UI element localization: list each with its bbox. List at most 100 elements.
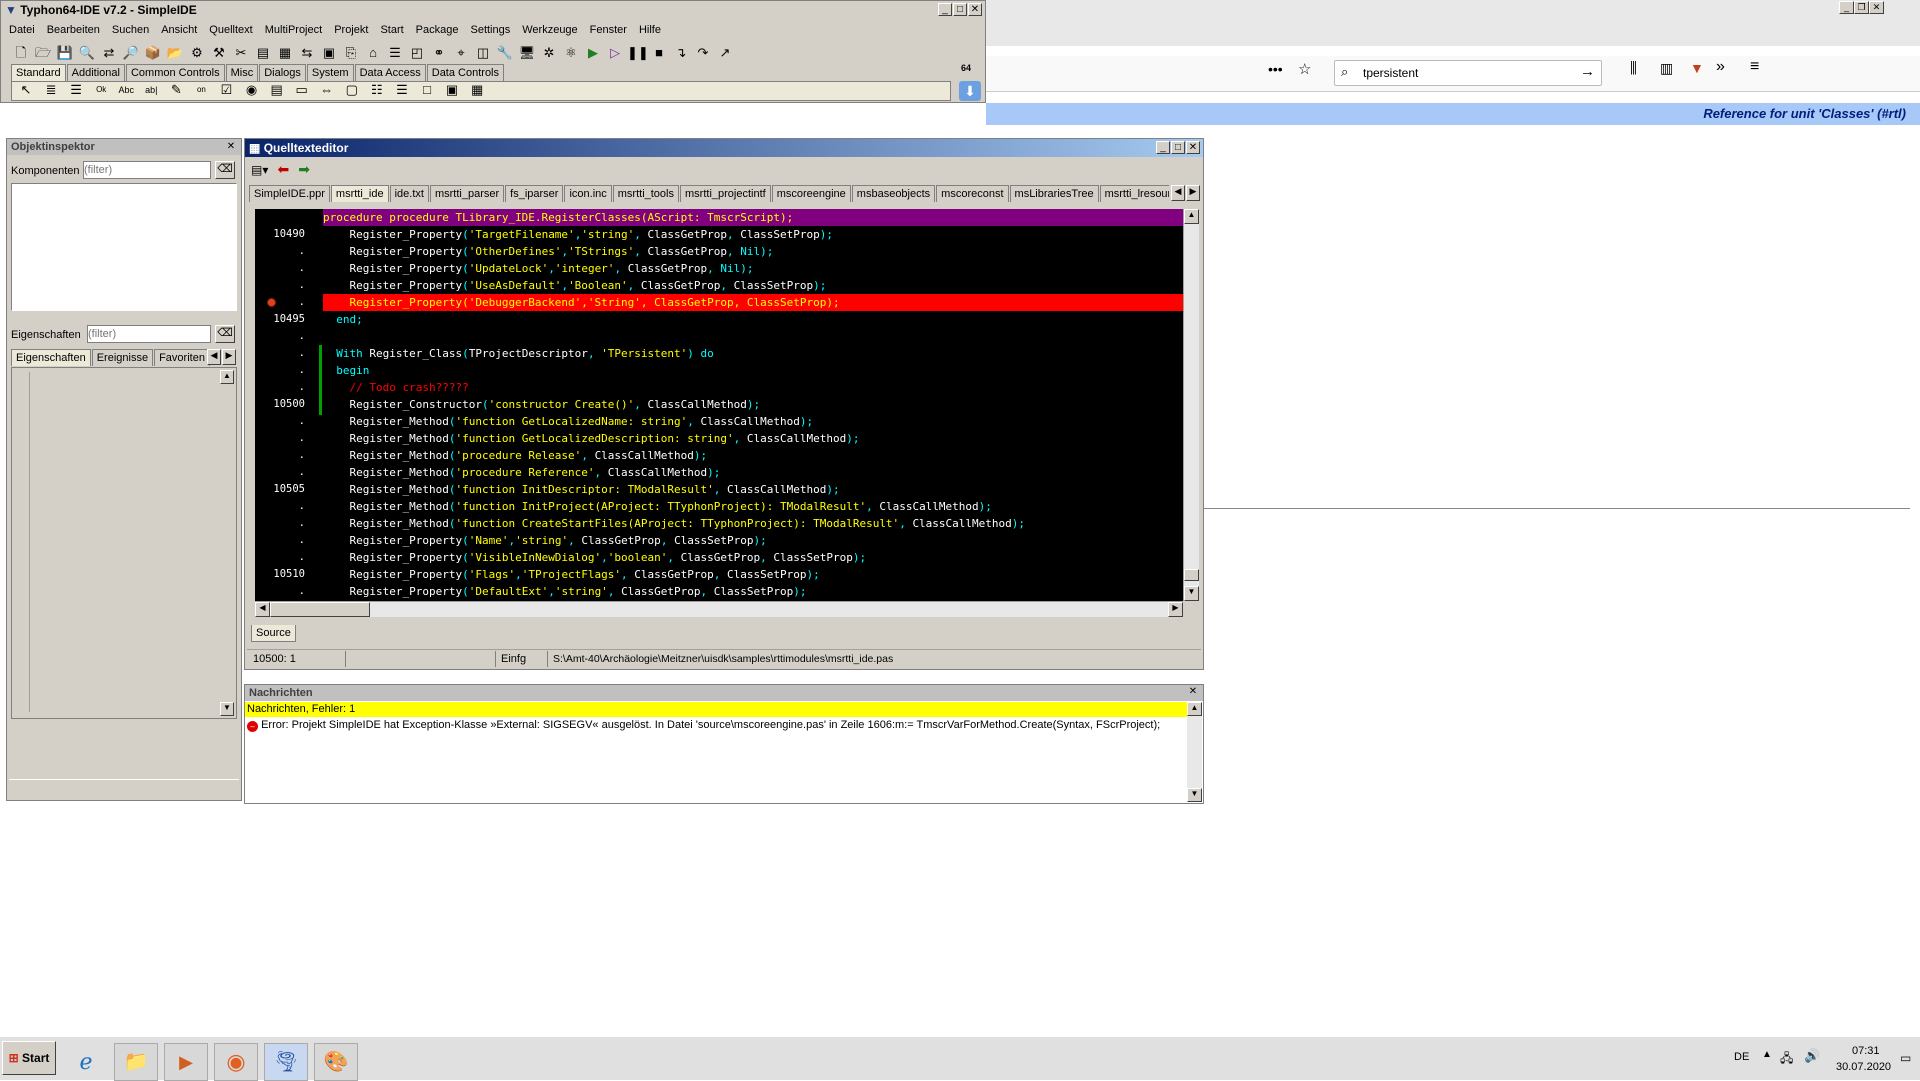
find-icon[interactable]: 🔍 — [77, 43, 97, 63]
sidebar-icon[interactable]: ▥ — [1660, 60, 1673, 77]
tab-favorites[interactable]: Favoriten — [154, 349, 210, 366]
library-icon[interactable]: ⫼ — [1630, 60, 1637, 77]
code-line[interactable]: 10500 Register_Constructor('constructor … — [255, 396, 1183, 413]
editor-tab[interactable]: msrtti_projectintf — [680, 185, 771, 202]
atom-icon[interactable]: ⚛ — [561, 43, 581, 63]
open-icon[interactable]: 🗁 — [33, 43, 53, 63]
bookmark-star-icon[interactable]: ☆ — [1298, 60, 1311, 78]
actionlist-component-icon[interactable]: ▦ — [467, 82, 487, 98]
editor-tab[interactable]: msrtti_parser — [429, 185, 505, 202]
editor-tab[interactable]: msrtti_lresour — [1099, 185, 1169, 202]
menu-item-quelltext[interactable]: Quelltext — [203, 21, 258, 39]
messages-scrollbar[interactable]: ▲ ▼ — [1187, 702, 1202, 802]
scrollbar-component-icon[interactable]: ⇔ — [317, 82, 337, 98]
code-line[interactable]: . // Todo crash????? — [255, 379, 1183, 396]
combobox-component-icon[interactable]: ▭ — [292, 82, 312, 98]
radiogroup-component-icon[interactable]: ☷ — [367, 82, 387, 98]
tab-data-controls[interactable]: Data Controls — [426, 64, 505, 81]
editor-tab[interactable]: ide.txt — [389, 185, 429, 202]
close-icon[interactable]: ✕ — [1186, 141, 1200, 154]
tab-dialogs[interactable]: Dialogs — [259, 64, 306, 81]
maximize-icon[interactable]: □ — [953, 3, 967, 16]
show-desktop-icon[interactable]: ▭ — [1900, 1051, 1911, 1065]
code-line[interactable]: 10510 Register_Property('Flags','TProjec… — [255, 566, 1183, 583]
scrollbar-up-icon[interactable]: ▲ — [1187, 702, 1202, 716]
pause-icon[interactable]: ❚❚ — [627, 43, 649, 63]
code-line[interactable]: . Register_Property('DefaultExt','string… — [255, 583, 1183, 600]
project-icon[interactable]: ⌂ — [363, 43, 383, 63]
menu-item-package[interactable]: Package — [410, 21, 465, 39]
run-params-icon[interactable]: ▷ — [605, 43, 625, 63]
breakpoint-icon[interactable] — [267, 298, 276, 307]
code-vscrollbar[interactable]: ▲ ▼ — [1183, 209, 1199, 601]
components-tree[interactable] — [11, 183, 237, 311]
compile-icon[interactable]: ⚙ — [187, 43, 207, 63]
tab-data-access[interactable]: Data Access — [354, 64, 426, 81]
scrollbar-up-icon[interactable]: ▲ — [1184, 209, 1199, 224]
browser-search-box[interactable]: ⌕ tpersistent → — [1334, 60, 1602, 86]
restore-icon[interactable]: ❐ — [1854, 1, 1869, 14]
menu-item-multiproject[interactable]: MultiProject — [259, 21, 328, 39]
scrollbar-up-icon[interactable]: ▲ — [220, 370, 234, 384]
code-line[interactable]: . Register_Method('function GetLocalized… — [255, 413, 1183, 430]
code-line[interactable]: . Register_Property('OtherDefines','TStr… — [255, 243, 1183, 260]
zoom-icon[interactable]: 🔎 — [121, 43, 141, 63]
editor-tab[interactable]: msrtti_ide — [330, 185, 389, 202]
scrollbar-down-icon[interactable]: ▼ — [1184, 586, 1199, 601]
clock-date[interactable]: 30.07.2020 — [1836, 1061, 1891, 1073]
units-icon[interactable]: ▤ — [253, 43, 273, 63]
run-icon[interactable]: ▶ — [583, 43, 603, 63]
properties-grid[interactable]: ▲ ▼ — [11, 367, 237, 719]
editor-tab[interactable]: mscoreengine — [771, 185, 851, 202]
palette-scroll-down-icon[interactable]: ⬇ — [959, 81, 981, 101]
tab-scroll-left-icon[interactable]: ◀ — [1171, 185, 1185, 201]
hamburger-menu-icon[interactable]: ≡ — [1750, 58, 1759, 76]
language-indicator[interactable]: DE — [1734, 1051, 1749, 1063]
paint-taskbar-icon[interactable]: 🎨 — [314, 1043, 358, 1081]
close-icon[interactable]: ✕ — [224, 141, 238, 154]
reference-text[interactable]: Reference for unit 'Classes' (#rtl) — [1703, 106, 1906, 121]
monitor-icon[interactable]: 🖥 — [517, 43, 537, 63]
checkbox-component-icon[interactable]: ☑ — [217, 82, 237, 98]
editor-tab[interactable]: fs_iparser — [505, 185, 564, 202]
scrollbar-thumb[interactable] — [270, 602, 370, 617]
menu-item-start[interactable]: Start — [374, 21, 409, 39]
scrollbar-right-icon[interactable]: ▶ — [1168, 602, 1183, 617]
editor-menu-icon[interactable]: ▤▾ — [251, 163, 268, 177]
scrollbar-down-icon[interactable]: ▼ — [220, 702, 234, 716]
clear-filter-icon[interactable]: ⌫ — [215, 161, 235, 179]
back-arrow-icon[interactable]: ⬅ — [277, 161, 289, 177]
options-icon[interactable]: ☰ — [385, 43, 405, 63]
media-player-taskbar-icon[interactable]: ▶ — [164, 1043, 208, 1081]
disk-icon[interactable]: ◫ — [473, 43, 493, 63]
editor-tab[interactable]: msrtti_tools — [612, 185, 679, 202]
code-line[interactable]: . Register_Method('procedure Reference',… — [255, 464, 1183, 481]
code-line[interactable]: . Register_Property('UpdateLock','intege… — [255, 260, 1183, 277]
menu-item-settings[interactable]: Settings — [464, 21, 516, 39]
forms-icon[interactable]: ▦ — [275, 43, 295, 63]
code-line[interactable]: 10490 Register_Property('TargetFilename'… — [255, 226, 1183, 243]
code-line[interactable]: . Register_Method('procedure Release', C… — [255, 447, 1183, 464]
menu-item-werkzeuge[interactable]: Werkzeuge — [516, 21, 583, 39]
go-arrow-icon[interactable]: → — [1580, 63, 1595, 80]
tab-scroll-right-icon[interactable]: ▶ — [1186, 185, 1200, 201]
copy-icon[interactable]: ⎘ — [341, 43, 361, 63]
new-file-icon[interactable]: 🗋 — [11, 43, 31, 63]
listbox-component-icon[interactable]: ▤ — [267, 82, 287, 98]
explorer-taskbar-icon[interactable]: 📁 — [114, 1043, 158, 1081]
editor-tab[interactable]: msLibrariesTree — [1009, 185, 1099, 202]
clock-time[interactable]: 07:31 — [1852, 1045, 1880, 1057]
inspect-icon[interactable]: ⌖ — [451, 43, 471, 63]
tab-additional[interactable]: Additional — [66, 64, 125, 81]
tab-scroll-left-icon[interactable]: ◀ — [207, 349, 221, 365]
menu-item-ansicht[interactable]: Ansicht — [155, 21, 203, 39]
code-line[interactable]: . Register_Property('DebuggerBackend','S… — [255, 294, 1183, 311]
clear-filter-icon[interactable]: ⌫ — [215, 325, 235, 343]
overflow-icon[interactable]: » — [1716, 58, 1725, 76]
editor-tab[interactable]: SimpleIDE.ppr — [249, 185, 330, 202]
code-hscrollbar[interactable]: ◀ ▶ — [255, 601, 1183, 617]
close-icon[interactable]: ✕ — [1186, 686, 1200, 699]
tray-expand-icon[interactable]: ▲ — [1762, 1049, 1772, 1060]
build-icon[interactable]: ⚒ — [209, 43, 229, 63]
replace-icon[interactable]: ⇄ — [99, 43, 119, 63]
